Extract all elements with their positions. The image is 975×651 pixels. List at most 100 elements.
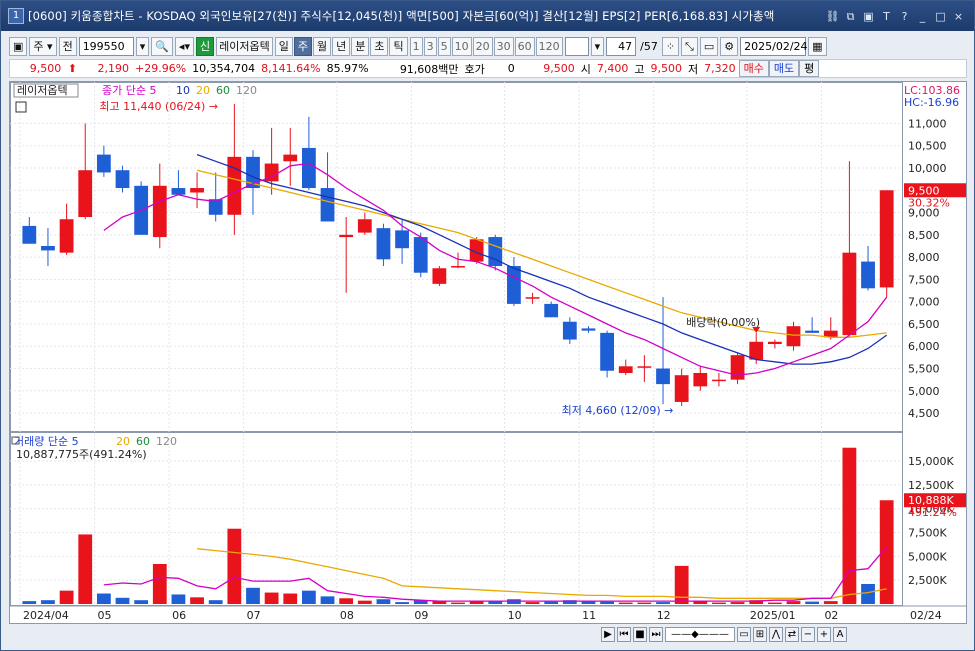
chart-type-icon[interactable]: ⋀: [769, 626, 783, 642]
dividend-label: 배당락(0.00%): [686, 316, 760, 329]
legend-checkbox: [15, 101, 27, 113]
grid-icon[interactable]: ⊞: [753, 626, 767, 642]
search-icon[interactable]: 🔍: [151, 36, 173, 56]
volume-bar: [544, 601, 559, 604]
candle-body: [22, 225, 37, 244]
interval-tab[interactable]: 20: [472, 36, 493, 56]
high-label: 고: [634, 62, 645, 76]
screenshot-icon[interactable]: ⧉: [843, 9, 858, 24]
price-legend-label: 종가 단순 5: [102, 84, 156, 97]
help-icon[interactable]: ?: [897, 9, 912, 24]
plus-icon[interactable]: +: [817, 626, 831, 642]
prev-button[interactable]: 전: [58, 36, 77, 56]
window-number: 1: [8, 8, 24, 24]
interval-tab[interactable]: 1: [409, 36, 423, 56]
period-tab[interactable]: 주: [293, 36, 312, 56]
volume-bar: [227, 528, 242, 604]
toolbar: ▣ 주 ▾ 전 199550 ▾ 🔍 ◂▾ 신 레이저옵텍 일주월년분초틱 13…: [9, 35, 967, 57]
maximize-icon[interactable]: □: [933, 9, 948, 24]
window-icon[interactable]: ▣: [861, 9, 876, 24]
interval-tab[interactable]: 120: [535, 36, 563, 56]
page-total: /57: [640, 39, 658, 53]
price-tick-label: 10,000: [908, 162, 947, 175]
interval-tab[interactable]: 30: [493, 36, 514, 56]
interval-input[interactable]: [564, 36, 589, 56]
high-price: 9,500: [650, 62, 683, 75]
price-tick-label: 5,500: [908, 363, 940, 376]
interval-tab[interactable]: 60: [514, 36, 535, 56]
sound-icon[interactable]: ◂▾: [174, 36, 194, 56]
interval-dropdown-icon[interactable]: ▾: [590, 36, 605, 56]
sell-button[interactable]: 매도: [768, 60, 800, 77]
volume-bar: [637, 602, 652, 604]
period-tab[interactable]: 틱: [389, 36, 408, 56]
date-input[interactable]: 2025/02/24: [740, 36, 808, 56]
zoom-slider[interactable]: ——◆———: [665, 626, 735, 642]
candle-body: [544, 303, 559, 318]
candlestick-chart[interactable]: 11,00010,50010,0009,5009,0008,5008,0007,…: [10, 82, 966, 623]
candle-body: [562, 321, 577, 340]
zoom-in-icon[interactable]: ⁘: [661, 36, 680, 56]
font-icon[interactable]: A: [833, 626, 847, 642]
buy-button[interactable]: 매수: [738, 60, 769, 77]
period-tab[interactable]: 초: [370, 36, 389, 56]
volume-bar: [861, 583, 875, 604]
minus-icon[interactable]: −: [801, 626, 815, 642]
volume-bar: [190, 597, 204, 604]
first-page-icon[interactable]: ⏮: [617, 626, 631, 642]
last-volume-pct-tag: 491.24%: [908, 506, 957, 519]
volume-bar: [786, 601, 801, 604]
page-input[interactable]: 47: [606, 36, 637, 56]
candle-body: [320, 188, 335, 222]
candle-body: [432, 268, 447, 284]
last-pct-tag: 30.32%: [908, 196, 950, 209]
ma10-line: [196, 153, 888, 365]
avg-button[interactable]: 평: [799, 60, 820, 77]
candle-body: [693, 372, 708, 387]
period-select[interactable]: 주 ▾: [29, 36, 57, 56]
period-tab[interactable]: 일: [274, 36, 293, 56]
period-tab[interactable]: 월: [312, 36, 332, 56]
scroll-right-icon[interactable]: ▶: [601, 626, 615, 642]
candle-body: [227, 156, 242, 215]
last-page-icon[interactable]: ⏭: [649, 626, 663, 642]
hoga-label: 호가: [464, 62, 485, 76]
pin-icon[interactable]: T: [879, 9, 894, 24]
close-icon[interactable]: ×: [951, 9, 966, 24]
period-tab[interactable]: 년: [332, 36, 351, 56]
chart-area[interactable]: 11,00010,50010,0009,5009,0008,5008,0007,…: [9, 81, 967, 624]
candle-body: [190, 188, 204, 193]
volume-bar: [767, 602, 782, 604]
window-title: [0600] 키움종합차트 - KOSDAQ 외국인보유[27(천)] 주식수[…: [28, 9, 775, 23]
period-tabs: 일주월년분초틱: [274, 36, 408, 56]
zoom-fit-icon[interactable]: ▭: [737, 626, 751, 642]
stop-icon[interactable]: ■: [633, 626, 647, 642]
sync-icon[interactable]: ⇄: [785, 626, 799, 642]
interval-tab[interactable]: 3: [423, 36, 437, 56]
volume-bar: [115, 597, 130, 604]
candle-body: [749, 341, 764, 360]
minimize-icon[interactable]: _: [915, 9, 930, 24]
stock-code-input[interactable]: 199550: [78, 36, 134, 56]
zoom-out-icon[interactable]: ⤡: [681, 36, 698, 56]
volume-bar: [41, 600, 55, 604]
volume-bar: [730, 602, 745, 604]
link-icon[interactable]: ⛓: [825, 9, 840, 24]
code-dropdown-icon[interactable]: ▾: [135, 36, 150, 56]
price-tick-label: 7,500: [908, 273, 940, 286]
volume-tick-label: 5,000K: [908, 550, 947, 563]
period-tab[interactable]: 분: [351, 36, 370, 56]
interval-tab[interactable]: 10: [451, 36, 472, 56]
candle-body: [879, 190, 894, 288]
price-tick-label: 8,000: [908, 251, 940, 264]
ma20-line: [196, 169, 887, 338]
chart-scrollbar[interactable]: ▶ ⏮ ■ ⏭ ——◆——— ▭ ⊞ ⋀ ⇄ − + A: [601, 625, 967, 643]
interval-tab[interactable]: 5: [437, 36, 451, 56]
save-icon[interactable]: ▭: [699, 36, 719, 56]
change-percent: +29.96%: [135, 62, 187, 75]
calendar-icon[interactable]: ▦: [808, 36, 827, 56]
volume-ma5-line: [103, 546, 888, 602]
settings-icon[interactable]: ⚙: [720, 36, 739, 56]
layout-icon[interactable]: ▣: [9, 36, 28, 56]
volume-bar: [208, 600, 223, 604]
